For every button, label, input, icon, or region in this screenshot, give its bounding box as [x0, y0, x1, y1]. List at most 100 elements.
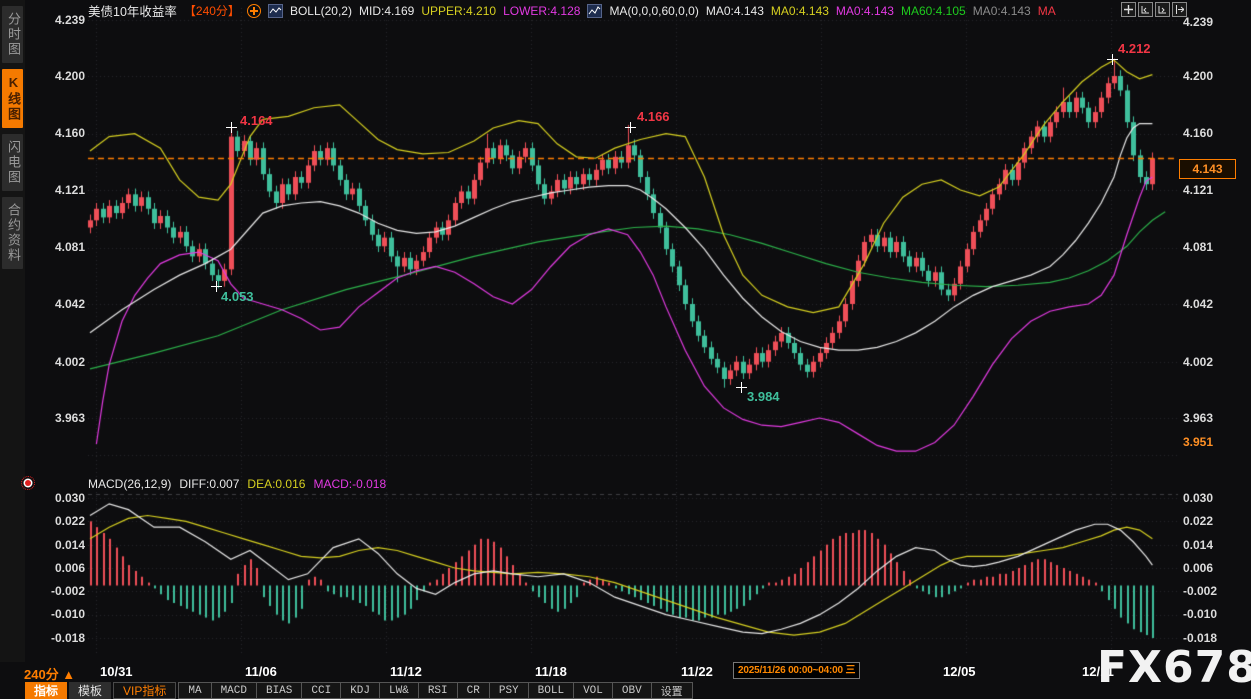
macd-axis-left-label: 0.014 [28, 538, 85, 552]
instrument-title: 美债10年收益率 [88, 1, 177, 20]
macd-axis-left-label: -0.002 [28, 584, 85, 598]
tab-rsi[interactable]: RSI [418, 682, 457, 699]
ma0-gray-value: MA0:4.143 [973, 4, 1031, 18]
price-axis-left-label: 4.239 [28, 13, 85, 27]
macd-axis-right-label: -0.010 [1183, 607, 1217, 621]
tab-settings[interactable]: 设置 [651, 682, 693, 699]
date-label: 10/31 [100, 664, 133, 679]
ma-indicator-icon [587, 4, 602, 18]
ma60-green-value: MA60:4.105 [901, 4, 966, 18]
tab-lwr[interactable]: LW& [379, 682, 418, 699]
left-sidebar: 分时图 K线图 闪电图 合约资料 [0, 0, 25, 662]
selected-bar-tooltip: 2025/11/26 00:00~04:00 三 [733, 662, 860, 679]
price-axis-right-label: 4.002 [1183, 355, 1213, 369]
price-axis-right-label: 4.160 [1183, 126, 1213, 140]
macd-axis-right-label: 0.030 [1183, 491, 1213, 505]
watermark-fx678: FX678 [1097, 642, 1251, 693]
price-axis-right-label: 3.963 [1183, 411, 1213, 425]
sidebar-tab-flash-chart[interactable]: 闪电图 [2, 134, 23, 191]
tab-ma[interactable]: MA [178, 682, 210, 699]
macd-axis-right-label: 0.006 [1183, 561, 1213, 575]
price-axis-right-label: 4.081 [1183, 240, 1213, 254]
ma-label: MA(0,0,0,60,0,0) [609, 4, 698, 18]
ma-red-label: MA [1038, 4, 1056, 18]
current-price-tag: 4.143 [1179, 159, 1236, 179]
price-axis-left-label: 4.121 [28, 183, 85, 197]
date-label: 11/12 [390, 664, 422, 679]
sidebar-tab-contract-info[interactable]: 合约资料 [2, 197, 23, 269]
macd-dea-value: DEA:0.016 [247, 477, 305, 491]
high-annotation: 4.164 [240, 113, 273, 128]
ma0-yellow-value: MA0:4.143 [771, 4, 829, 18]
price-axis-left-label: 4.200 [28, 69, 85, 83]
macd-axis-left-label: 0.022 [28, 514, 85, 528]
macd-axis-right-label: -0.002 [1183, 584, 1217, 598]
tab-indicator[interactable]: 指标 [25, 682, 67, 699]
macd-diff-value: DIFF:0.007 [179, 477, 239, 491]
price-axis-left-label: 4.160 [28, 126, 85, 140]
chart-toolbar [1121, 2, 1187, 17]
live-indicator-icon [22, 477, 34, 489]
price-marker-cross [625, 122, 636, 133]
tab-boll[interactable]: BOLL [528, 682, 573, 699]
chart-canvas[interactable] [0, 0, 1251, 699]
period-badge: 【240分】 [184, 2, 240, 19]
price-axis-left-label: 4.081 [28, 240, 85, 254]
circle-plus-icon[interactable] [247, 4, 261, 18]
crosshair-icon[interactable] [1121, 2, 1136, 17]
price-axis-right-label: 4.239 [1183, 15, 1213, 29]
tab-bias[interactable]: BIAS [256, 682, 301, 699]
ma0-magenta-value: MA0:4.143 [836, 4, 894, 18]
period-selector[interactable]: 240分 ▲ [24, 664, 75, 683]
tab-cr[interactable]: CR [457, 682, 489, 699]
chart-header: 美债10年收益率 【240分】 BOLL(20,2) MID:4.169 UPP… [88, 3, 1056, 18]
price-marker-cross [736, 382, 747, 393]
low-annotation: 3.984 [747, 389, 780, 404]
tab-kdj[interactable]: KDJ [340, 682, 379, 699]
boll-upper-value: UPPER:4.210 [421, 4, 496, 18]
date-label: 11/22 [681, 664, 713, 679]
ma0-white-value: MA0:4.143 [706, 4, 764, 18]
price-axis-right-label: 4.200 [1183, 69, 1213, 83]
low-annotation: 4.053 [221, 289, 254, 304]
app-root: 分时图 K线图 闪电图 合约资料 美债10年收益率 【240分】 BOLL(20… [0, 0, 1251, 699]
macd-axis-right-label: 0.014 [1183, 538, 1213, 552]
zoom-out-icon[interactable] [1138, 2, 1153, 17]
tab-psy[interactable]: PSY [489, 682, 528, 699]
price-axis-right-label: 4.042 [1183, 297, 1213, 311]
macd-header: MACD(26,12,9) DIFF:0.007 DEA:0.016 MACD:… [88, 477, 386, 491]
boll-lower-value: LOWER:4.128 [503, 4, 580, 18]
price-axis-left-label: 3.963 [28, 411, 85, 425]
price-axis-right-label: 4.121 [1183, 183, 1213, 197]
macd-macd-value: MACD:-0.018 [313, 477, 386, 491]
zoom-in-icon[interactable] [1155, 2, 1170, 17]
high-annotation: 4.212 [1118, 41, 1151, 56]
tab-template[interactable]: 模板 [69, 682, 111, 699]
price-axis-left-label: 4.042 [28, 297, 85, 311]
boll-label: BOLL(20,2) [290, 4, 352, 18]
macd-axis-left-label: 0.030 [28, 491, 85, 505]
sidebar-tab-kline[interactable]: K线图 [2, 69, 23, 128]
boll-mid-value: MID:4.169 [359, 4, 414, 18]
date-label: 11/18 [535, 664, 567, 679]
macd-axis-left-label: 0.006 [28, 561, 85, 575]
tab-macd[interactable]: MACD [211, 682, 256, 699]
price-marker-cross [226, 122, 237, 133]
macd-params-label: MACD(26,12,9) [88, 477, 171, 491]
bottom-toolbar: 指标 模板 VIP指标 MA MACD BIAS CCI KDJ LW& RSI… [25, 682, 693, 699]
pane-low-tag: 3.951 [1183, 435, 1213, 449]
boll-indicator-icon [268, 4, 283, 18]
tab-vol[interactable]: VOL [573, 682, 612, 699]
date-label: 12/05 [943, 664, 976, 679]
sidebar-tab-time-chart[interactable]: 分时图 [2, 6, 23, 63]
high-annotation: 4.166 [637, 109, 670, 124]
macd-axis-left-label: -0.010 [28, 607, 85, 621]
macd-axis-right-label: 0.022 [1183, 514, 1213, 528]
price-marker-cross [1107, 54, 1118, 65]
tab-cci[interactable]: CCI [301, 682, 340, 699]
price-axis-left-label: 4.002 [28, 355, 85, 369]
macd-axis-left-label: -0.018 [28, 631, 85, 645]
date-label: 11/06 [245, 664, 277, 679]
tab-vip-indicator[interactable]: VIP指标 [113, 682, 176, 699]
tab-obv[interactable]: OBV [612, 682, 651, 699]
